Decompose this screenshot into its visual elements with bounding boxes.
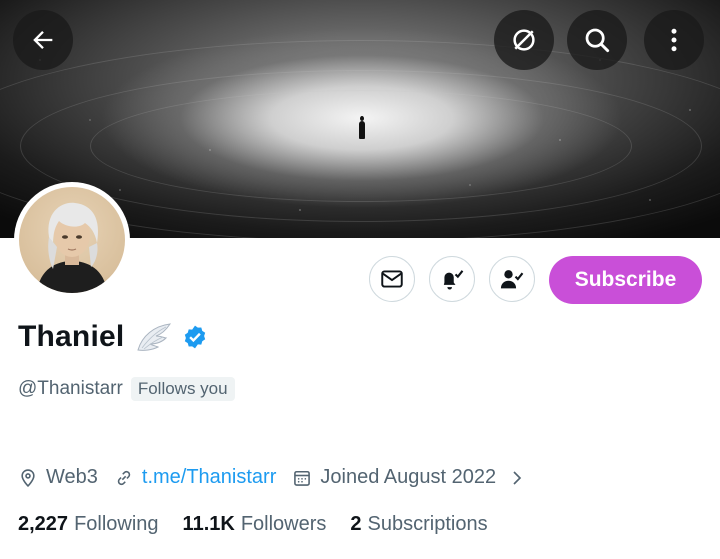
followers-stat[interactable]: 11.1K Followers: [183, 513, 327, 536]
website-item[interactable]: t.me/Thanistarr: [114, 466, 276, 489]
notifications-button[interactable]: [429, 256, 475, 302]
following-count: 2,227: [18, 513, 69, 535]
following-stat[interactable]: 2,227 Following: [18, 513, 159, 536]
subscriptions-stat[interactable]: 2 Subscriptions: [350, 513, 487, 536]
subscriptions-label: Subscriptions: [367, 513, 488, 535]
profile-stats-row: 2,227 Following 11.1K Followers 2 Subscript…: [18, 513, 512, 536]
back-button[interactable]: [13, 10, 73, 70]
follows-you-badge: Follows you: [130, 377, 235, 401]
chevron-right-icon[interactable]: [508, 469, 526, 487]
profile-name-row: Thaniel: [18, 320, 208, 354]
more-button[interactable]: [644, 10, 704, 70]
envelope-icon: [381, 270, 403, 288]
location-text: Web3: [46, 466, 98, 488]
arrow-left-icon: [33, 31, 53, 49]
avatar[interactable]: [14, 182, 130, 298]
slashed-circle-icon: [513, 29, 535, 51]
joined-text: Joined August 2022: [320, 466, 497, 488]
message-button[interactable]: [369, 256, 415, 302]
subscriptions-count: 2: [350, 513, 362, 535]
banner-silhouette: [359, 116, 365, 139]
person-check-icon: [500, 270, 524, 289]
avatar-illustration: [37, 202, 107, 293]
verified-badge-icon: [185, 325, 206, 349]
profile-meta-row: Web3 t.me/Thanistarr Joined August 2022: [18, 466, 526, 489]
avatar-image: [19, 187, 125, 293]
website-link[interactable]: t.me/Thanistarr: [142, 466, 276, 489]
followers-count: 11.1K: [182, 513, 235, 535]
vertical-ellipsis-icon: [671, 28, 677, 52]
joined-item: Joined August 2022: [292, 466, 496, 489]
profile-handle: @Thanistarr: [18, 378, 123, 399]
handle-row: @Thanistarr Follows you: [18, 377, 235, 401]
calendar-icon: [294, 470, 311, 486]
link-icon: [117, 470, 131, 485]
bell-check-icon: [443, 270, 464, 290]
following-label: Following: [74, 513, 159, 535]
location-pin-icon: [21, 468, 35, 487]
location-item: Web3: [18, 466, 98, 489]
search-button[interactable]: [567, 10, 627, 70]
wing-emoji-icon: [137, 323, 172, 351]
following-button[interactable]: [489, 256, 535, 302]
subscribe-button[interactable]: Subscribe: [549, 256, 702, 304]
grok-button[interactable]: [494, 10, 554, 70]
profile-name: Thaniel: [18, 320, 125, 353]
search-icon: [585, 28, 610, 53]
followers-label: Followers: [240, 513, 327, 535]
